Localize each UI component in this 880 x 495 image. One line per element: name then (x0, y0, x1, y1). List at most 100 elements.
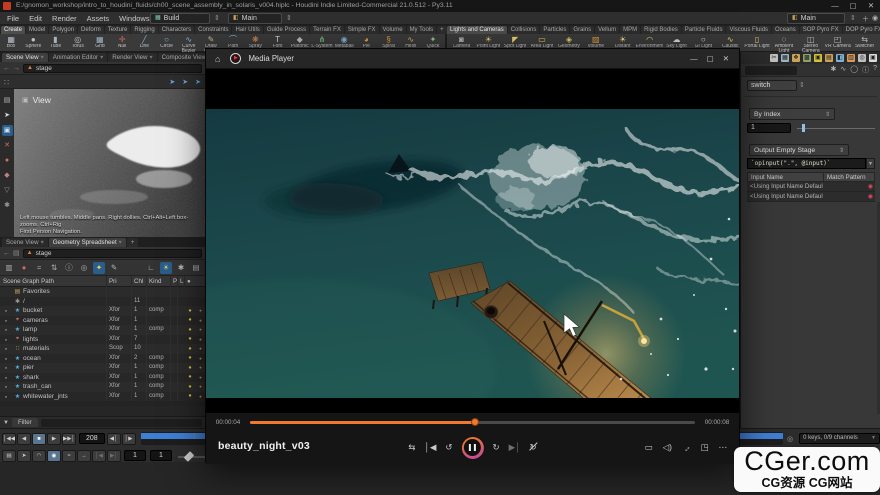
shelf-set-left-selector[interactable]: ◧ Main (228, 13, 282, 24)
shelf-tab-guide-process[interactable]: Guide Process (264, 26, 309, 34)
index-value-field[interactable]: 1 (747, 123, 791, 133)
grid-icon[interactable]: ▦ (781, 54, 789, 62)
tree-row[interactable]: ●★bucketXfor1comp●● (0, 306, 205, 316)
shelf-tab-hair-utils[interactable]: Hair Utils (232, 26, 262, 34)
shelf-tab-grains[interactable]: Grains (570, 26, 594, 34)
index-slider-handle[interactable] (802, 124, 805, 132)
info-icon[interactable]: ⓘ (63, 262, 75, 274)
secure-selection-icon[interactable]: ▣ (2, 125, 13, 136)
tool-grid[interactable]: ▦Grid (89, 35, 111, 53)
visibility-dot-icon[interactable]: ● (0, 356, 12, 361)
tool-curve-bezier[interactable]: ∿Curve Bezier (178, 35, 200, 53)
tool-ambient-light[interactable]: ◌Ambient Light (771, 35, 798, 53)
skip-forward-icon[interactable]: ▶│ (509, 442, 521, 453)
hierarchy-icon[interactable]: ∟ (145, 262, 157, 274)
notes-icon[interactable]: ▤ (825, 54, 833, 62)
filter-input[interactable] (41, 419, 202, 427)
visibility-dot-icon[interactable]: ● (0, 346, 12, 351)
shelf-tab-oceans[interactable]: Oceans (772, 26, 799, 34)
pane-tab-geometry-spreadsheet[interactable]: Geometry Spreadsheet▾ (49, 238, 126, 247)
minimize-button[interactable]: — (828, 0, 842, 12)
display-flag-icon[interactable]: ● (184, 393, 196, 399)
visibility-dot-icon[interactable]: ● (0, 375, 12, 380)
add-shelf-icon[interactable]: ＋ (862, 14, 869, 24)
tree-row[interactable]: ✱/11 (0, 297, 205, 307)
magnify-icon[interactable]: ◯ (850, 65, 858, 75)
find-icon[interactable]: ◎ (858, 54, 866, 62)
node-name-field[interactable]: switch (747, 80, 797, 91)
crate-icon[interactable]: ▥ (847, 54, 855, 62)
tree-row[interactable]: ●★sharkXfor1comp●● (0, 373, 205, 383)
fullscreen-icon[interactable]: ↔ (680, 441, 693, 454)
shelf-tab-rigid-bodies[interactable]: Rigid Bodies (641, 26, 681, 34)
select-input-dropdown[interactable]: By Index ⇕ (749, 108, 835, 120)
maximize-button[interactable]: ▢ (846, 0, 860, 12)
snapshot-icon[interactable]: ● (18, 262, 30, 274)
range-start-field[interactable]: 1 (124, 450, 146, 461)
render-flag-icon[interactable]: ● (196, 327, 205, 332)
expression-dropdown-icon[interactable]: ▼ (866, 158, 875, 169)
next-frame[interactable]: │▶ (122, 433, 136, 445)
input-flag-icon[interactable]: ◉ (868, 183, 873, 190)
render-flag-icon[interactable]: ● (196, 337, 205, 342)
range-slider-handle[interactable] (184, 451, 195, 462)
shelf-tab-create[interactable]: Create (1, 26, 25, 34)
replay-forward-icon[interactable]: ↻ (493, 442, 500, 453)
visibility-dot-icon[interactable]: ● (0, 337, 12, 342)
tree-path-menu-icon[interactable]: ▤ (13, 249, 20, 257)
skip-back-icon[interactable]: │◀ (425, 442, 437, 453)
display-flag-icon[interactable]: ● (184, 355, 196, 361)
menu-windows[interactable]: Windows (114, 12, 154, 25)
visibility-dot-icon[interactable]: ● (0, 394, 12, 399)
panel-icon[interactable]: ▣ (869, 54, 877, 62)
output-mode-dropdown[interactable]: Output Empty Stage ⇕ (749, 144, 849, 156)
play[interactable]: ▶ (47, 433, 61, 445)
visibility-dot-icon[interactable]: ● (0, 318, 12, 323)
seek-thumb[interactable] (471, 418, 479, 426)
display-flag-icon[interactable]: ● (184, 336, 196, 342)
split-icon[interactable]: ◧ (836, 54, 844, 62)
tree-row[interactable]: ●⌖lightsXfor7●● (0, 335, 205, 345)
layout-grid-icon[interactable]: ∷ (4, 78, 9, 87)
render-flag-icon[interactable]: ● (196, 365, 205, 370)
mp-close-button[interactable]: ✕ (723, 54, 729, 63)
render-flag-icon[interactable]: ● (196, 384, 205, 389)
display-flag-icon[interactable]: ● (184, 308, 196, 314)
keys-info-box[interactable]: 0 keys, 0/9 channels ▼ (799, 433, 880, 444)
display-layers-icon[interactable]: ▥ (3, 262, 15, 274)
tree-row[interactable]: ●★whitewater_jntsXfor1comp●● (0, 392, 205, 402)
tool-vr-camera[interactable]: ◰VR Camera (824, 35, 851, 53)
shelf-tab-texture[interactable]: Texture (105, 26, 131, 34)
tool-null[interactable]: ✛Null (111, 35, 133, 53)
tool-circle[interactable]: ○Circle (155, 35, 177, 53)
tool-box[interactable]: ▦Box (0, 35, 22, 53)
isolate-icon[interactable]: ● (2, 155, 13, 166)
palette-icon[interactable]: ❖ (792, 54, 800, 62)
inspect-icon[interactable]: ◎ (78, 262, 90, 274)
node-path-field[interactable] (745, 66, 797, 75)
stop[interactable]: ■ (32, 433, 46, 445)
shelf-tab-volume[interactable]: Volume (380, 26, 406, 34)
shelf-tab-mpm[interactable]: MPM (620, 26, 640, 34)
snap-icon[interactable]: ◆ (2, 170, 13, 181)
shelf-tab-deform[interactable]: Deform (78, 26, 104, 34)
shelf-tab-constraints[interactable]: Constraints (195, 26, 231, 34)
seek-bar[interactable] (250, 421, 695, 424)
shuffle-icon[interactable]: ⇆ (408, 442, 415, 453)
menu-render[interactable]: Render (47, 12, 82, 25)
flag-icon[interactable]: ▣ (814, 54, 822, 62)
menu-edit[interactable]: Edit (24, 12, 47, 25)
shelf-tab-simple-fx[interactable]: Simple FX (345, 26, 379, 34)
tool-portal-light[interactable]: ▯Portal Light (744, 35, 771, 53)
render-flag-icon[interactable]: ● (196, 318, 205, 323)
shelf-set-left-stepper-icon[interactable]: ⇕ (286, 14, 292, 22)
light-filter-icon[interactable]: ✦ (93, 262, 105, 274)
scene-viewport[interactable]: ▤➤▣✕●◆▽✱ ▣ View Left mouse tumbles. Midd… (0, 89, 205, 237)
node-name-stepper-icon[interactable]: ⇕ (799, 81, 805, 89)
folder-icon[interactable]: ▤ (190, 262, 202, 274)
shelf-tab-item[interactable]: + (437, 26, 447, 34)
tree-row[interactable]: ●∷materialsScop10●● (0, 344, 205, 354)
scene-view-path-field[interactable]: ▲ stage (23, 64, 202, 73)
shelf-tab-model[interactable]: Model (26, 26, 48, 34)
pause-button[interactable] (462, 437, 484, 459)
